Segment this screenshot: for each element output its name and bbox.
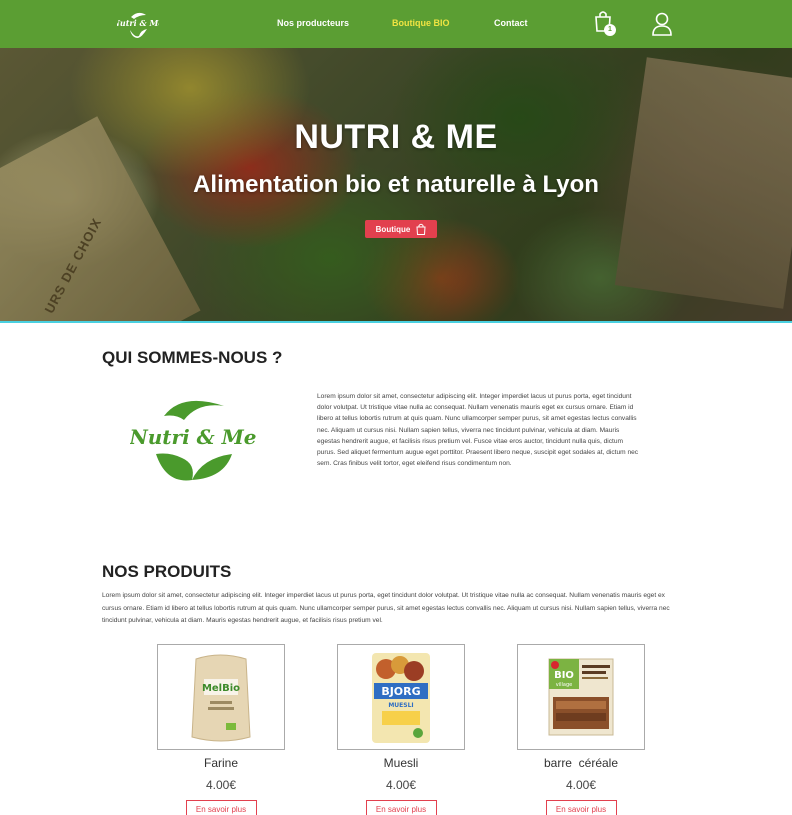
cart-button[interactable]: 1 [592, 10, 618, 38]
boutique-button-label: Boutique [375, 224, 411, 234]
boutique-button[interactable]: Boutique [365, 220, 437, 238]
product-image-farine[interactable]: MelBio [157, 644, 285, 750]
product-card-barre-cereale: BIO village barre céréale 4.00€ En savoi… [517, 644, 645, 815]
product-image-muesli[interactable]: BJORG MUESLI [337, 644, 465, 750]
about-description: Lorem ipsum dolor sit amet, consectetur … [317, 393, 639, 468]
bar-package-sublabel: village [556, 682, 572, 688]
nav-link-producteurs[interactable]: Nos producteurs [277, 18, 349, 28]
nutri-me-logo-large: Nutri & Me [130, 400, 256, 481]
user-account-icon[interactable] [651, 12, 673, 36]
learn-more-button[interactable]: En savoir plus [185, 800, 257, 815]
product-name: Muesli [383, 756, 419, 770]
product-card-farine: MelBio Farine 4.00€ En savoir plus [157, 644, 285, 815]
hero-divider [0, 321, 792, 323]
about-title: QUI SOMMES-NOUS ? [102, 348, 283, 367]
product-price: 4.00€ [205, 778, 237, 792]
cereal-bar-box-image: BIO village [548, 658, 614, 736]
nav-link-boutique[interactable]: Boutique BIO [392, 18, 450, 28]
cart-count-badge: 1 [604, 24, 616, 36]
muesli-package-label: BJORG [381, 685, 420, 698]
nutri-me-logo[interactable]: Nutri & Me [117, 9, 159, 39]
nav-link-contact[interactable]: Contact [494, 18, 528, 28]
hero-subtitle: Alimentation bio et naturelle à Lyon [193, 171, 599, 198]
svg-text:Nutri & Me: Nutri & Me [117, 18, 159, 28]
product-price: 4.00€ [565, 778, 597, 792]
learn-more-button[interactable]: En savoir plus [365, 800, 437, 815]
muesli-package-sublabel: MUESLI [388, 702, 413, 709]
navbar: Nutri & Me Nos producteurs Boutique BIO … [0, 0, 792, 48]
learn-more-button[interactable]: En savoir plus [545, 800, 617, 815]
muesli-box-image: BJORG MUESLI [372, 653, 430, 743]
hero-title: NUTRI & ME [294, 118, 498, 156]
shopping-bag-icon [416, 223, 426, 235]
products-intro: Lorem ipsum dolor sit amet, consectetur … [102, 592, 670, 625]
product-image-barre-cereale[interactable]: BIO village [517, 644, 645, 750]
flour-package-label: MelBio [202, 683, 240, 694]
svg-text:Nutri & Me: Nutri & Me [130, 425, 256, 449]
flour-bag-image: MelBio [191, 654, 251, 742]
product-price: 4.00€ [385, 778, 417, 792]
hero-banner: URS DE CHOIX NUTRI & ME Alimentation bio… [0, 48, 792, 322]
product-card-muesli: BJORG MUESLI Muesli 4.00€ En savoir plus [337, 644, 465, 815]
products-title: NOS PRODUITS [102, 562, 232, 581]
product-name: Farine [203, 756, 238, 770]
product-name: barre céréale [543, 756, 619, 770]
bar-package-label: BIO [554, 670, 574, 681]
